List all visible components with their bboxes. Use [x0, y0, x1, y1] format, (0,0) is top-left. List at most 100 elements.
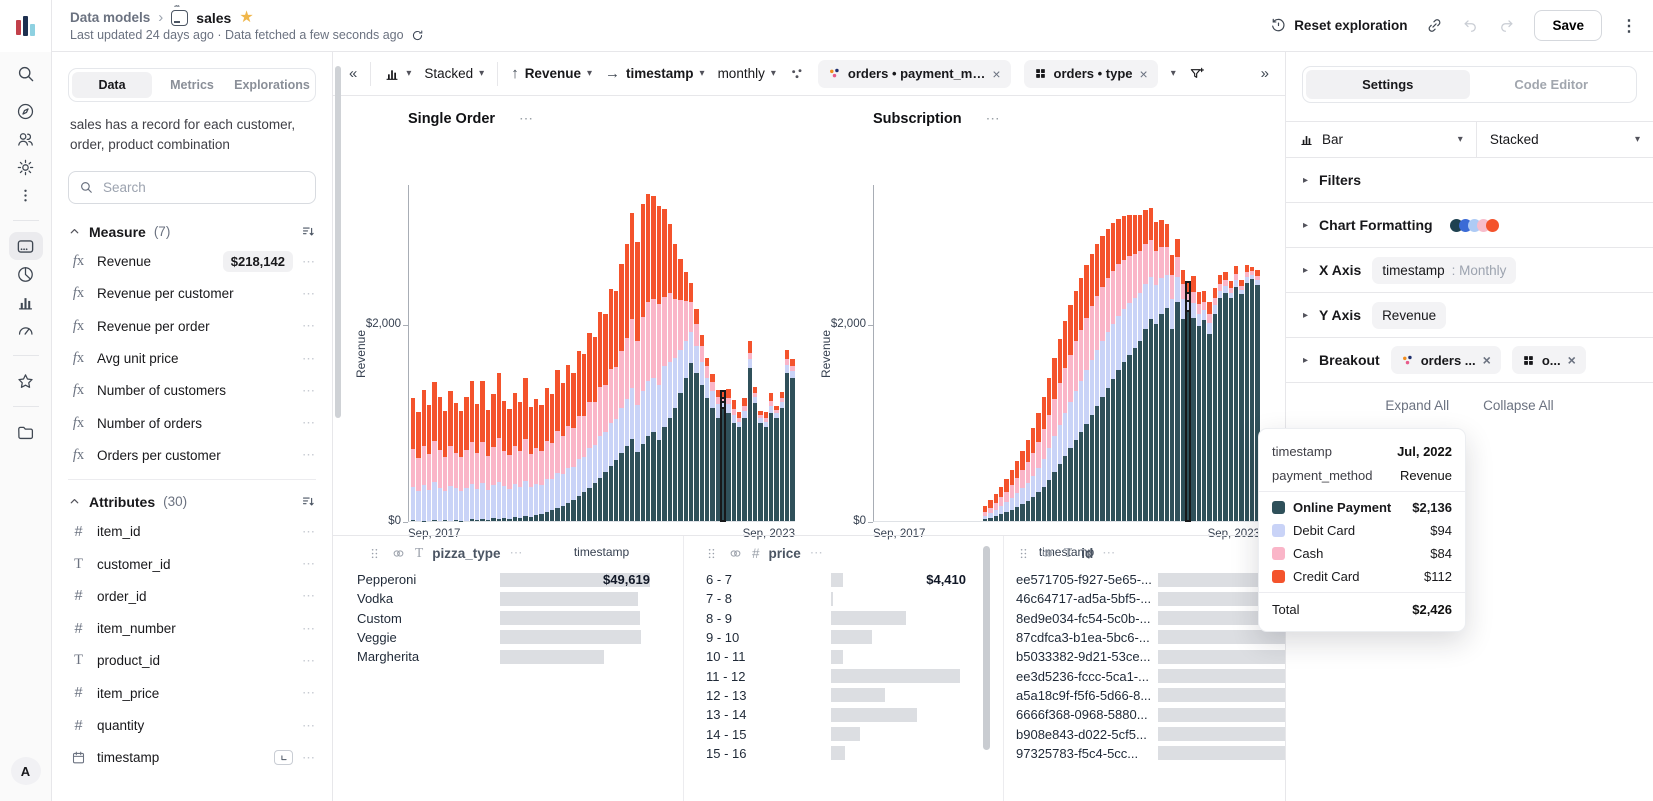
field-item-quantity[interactable]: #quantity⋯: [68, 709, 316, 741]
bar-month-13[interactable]: [480, 381, 484, 521]
table-row[interactable]: 46c64717-ad5a-5bf5-...: [1004, 589, 1285, 608]
bar-month-68[interactable]: [774, 406, 778, 521]
search-input[interactable]: [101, 179, 305, 196]
bar-month-56[interactable]: [710, 374, 714, 521]
bar-month-69[interactable]: [1245, 265, 1249, 521]
bar-month-50[interactable]: [678, 259, 682, 521]
column-more-icon[interactable]: ⋯: [810, 545, 824, 561]
attributes-section-header[interactable]: Attributes (30): [68, 488, 316, 516]
bar-month-33[interactable]: [1052, 358, 1056, 521]
table-row[interactable]: Vodka: [333, 589, 683, 608]
bar-month-68[interactable]: [1239, 280, 1243, 521]
bar-month-31[interactable]: [577, 351, 581, 521]
bar-month-25[interactable]: [545, 388, 549, 521]
y-field-selector[interactable]: ↑ Revenue ▾: [511, 65, 592, 82]
bar-month-18[interactable]: [507, 409, 511, 521]
dimension-group-icon[interactable]: [274, 750, 293, 765]
field-search[interactable]: [68, 171, 316, 204]
bar-month-17[interactable]: [502, 401, 506, 521]
column-more-icon[interactable]: ⋯: [1102, 545, 1116, 561]
bar-month-20[interactable]: [518, 402, 522, 521]
table-row[interactable]: a5a18c9f-f5f6-5d66-8...: [1004, 686, 1285, 705]
bar-month-43[interactable]: [1106, 229, 1110, 521]
tab-data[interactable]: Data: [72, 72, 152, 98]
field-item-product_id[interactable]: Tproduct_id⋯: [68, 645, 316, 677]
table-row[interactable]: 11 - 12: [684, 666, 1003, 685]
bar-month-33[interactable]: [587, 333, 591, 521]
bar-month-61[interactable]: [737, 412, 741, 521]
column-more-icon[interactable]: ⋯: [510, 545, 524, 561]
table-row[interactable]: 15 - 16: [684, 744, 1003, 763]
bar-month-52[interactable]: [689, 283, 693, 521]
tab-code-editor[interactable]: Code Editor: [1470, 70, 1634, 99]
field-more-icon[interactable]: ⋯: [302, 447, 316, 463]
bar-month-67[interactable]: [769, 393, 773, 521]
granularity-selector[interactable]: monthly ▾: [718, 66, 776, 81]
bar-month-32[interactable]: [582, 354, 586, 521]
reset-exploration-button[interactable]: Reset exploration: [1270, 17, 1407, 34]
bar-month-58[interactable]: [1186, 282, 1190, 521]
bar-month-55[interactable]: [1170, 255, 1174, 521]
bar-month-30[interactable]: [571, 373, 575, 521]
collapse-all-link[interactable]: Collapse All: [1483, 398, 1554, 413]
bar-month-48[interactable]: [668, 224, 672, 521]
field-item-item_price[interactable]: #item_price⋯: [68, 677, 316, 709]
field-item-Revenue[interactable]: fxRevenue$218,142⋯: [68, 246, 316, 278]
bar-month-26[interactable]: [1015, 461, 1019, 521]
table-row[interactable]: 9 - 10: [684, 628, 1003, 647]
bar-month-30[interactable]: [1036, 413, 1040, 521]
table-row[interactable]: 12 - 13: [684, 686, 1003, 705]
bar-month-66[interactable]: [764, 412, 768, 521]
bar-month-26[interactable]: [550, 394, 554, 521]
sort-icon[interactable]: [301, 494, 316, 509]
table-row[interactable]: Margherita: [333, 647, 683, 666]
automation-gear-icon[interactable]: [9, 153, 43, 181]
field-item-item_number[interactable]: #item_number⋯: [68, 612, 316, 644]
field-item-Orders per customer[interactable]: fxOrders per customer⋯: [68, 439, 316, 471]
table-row[interactable]: 14 - 15: [684, 724, 1003, 743]
bar-month-67[interactable]: [1234, 266, 1238, 521]
bar-month-56[interactable]: [1175, 239, 1179, 521]
bar-month-40[interactable]: [625, 244, 629, 521]
bar-month-7[interactable]: [448, 391, 452, 521]
breadcrumb-data-models[interactable]: Data models: [70, 10, 150, 25]
field-more-icon[interactable]: ⋯: [302, 351, 316, 367]
table-row[interactable]: Custom: [333, 609, 683, 628]
bar-month-70[interactable]: [1250, 267, 1254, 521]
bar-month-49[interactable]: [1138, 215, 1142, 521]
section-x-axis[interactable]: ▸ X Axis timestamp : Monthly: [1286, 248, 1653, 293]
share-link-icon[interactable]: [1426, 17, 1443, 34]
field-more-icon[interactable]: ⋯: [302, 383, 316, 399]
bar-month-53[interactable]: [694, 309, 698, 521]
table-row[interactable]: ee571705-f927-5e65-...: [1004, 570, 1285, 589]
bar-month-35[interactable]: [598, 312, 602, 521]
compass-icon[interactable]: [9, 97, 43, 125]
search-nav-icon[interactable]: [9, 59, 43, 87]
bar-month-58[interactable]: [721, 391, 725, 521]
bar-month-12[interactable]: [475, 404, 479, 521]
bar-month-62[interactable]: [742, 398, 746, 521]
redo-icon[interactable]: [1498, 17, 1515, 34]
bar-month-52[interactable]: [1154, 222, 1158, 521]
table-row[interactable]: 10 - 11: [684, 647, 1003, 666]
bar-month-42[interactable]: [1100, 236, 1104, 521]
chart-type-selector[interactable]: ▾: [384, 66, 411, 82]
bar-month-27[interactable]: [1020, 451, 1024, 521]
bar-month-62[interactable]: [1207, 302, 1211, 521]
bar-month-54[interactable]: [1165, 224, 1169, 521]
bar-month-47[interactable]: [662, 209, 666, 521]
favorites-star-icon[interactable]: [9, 367, 43, 395]
field-item-order_id[interactable]: #order_id⋯: [68, 580, 316, 612]
field-item-timestamp[interactable]: timestamp⋯: [68, 742, 316, 774]
bar-month-39[interactable]: [1084, 265, 1088, 521]
bar-month-60[interactable]: [732, 400, 736, 521]
field-item-Revenue per order[interactable]: fxRevenue per order⋯: [68, 310, 316, 342]
field-more-icon[interactable]: ⋯: [302, 653, 316, 669]
table-row[interactable]: 13 - 14: [684, 705, 1003, 724]
bar-month-44[interactable]: [646, 194, 650, 521]
bar-month-53[interactable]: [1159, 220, 1163, 521]
gauge-nav-icon[interactable]: [9, 316, 43, 344]
bar-month-50[interactable]: [1143, 210, 1147, 521]
bar-month-10[interactable]: [464, 397, 468, 521]
bar-month-23[interactable]: [999, 487, 1003, 521]
